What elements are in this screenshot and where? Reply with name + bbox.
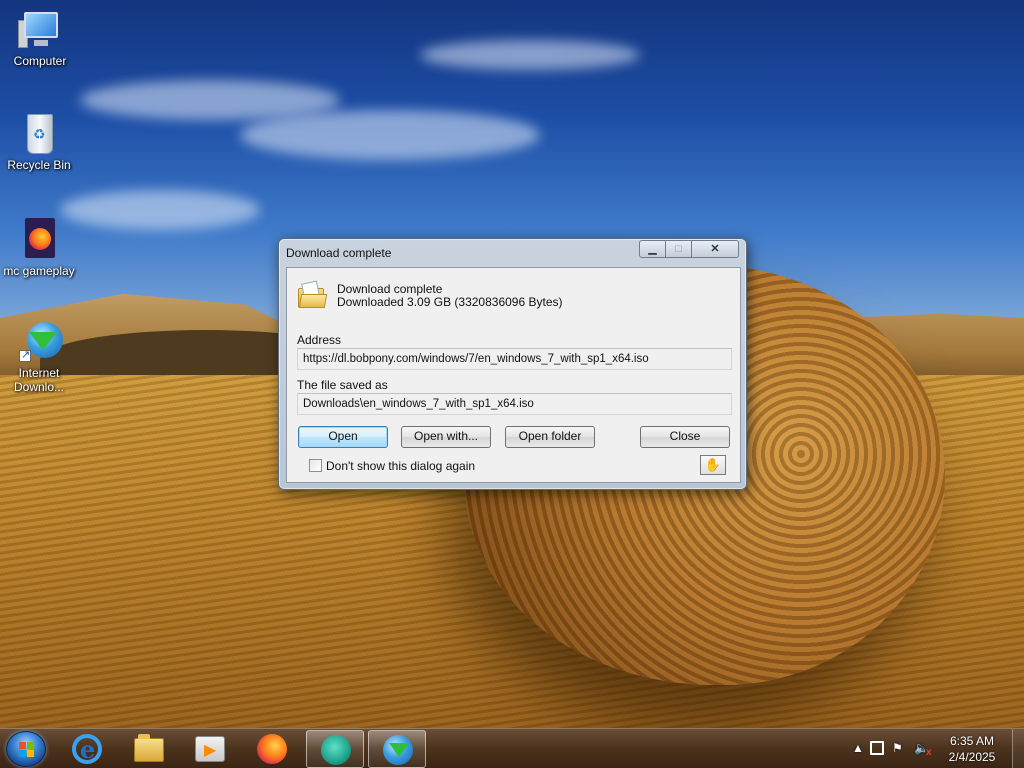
dialog-client-area: Download complete Downloaded 3.09 GB (33… <box>286 267 741 483</box>
saved-as-field[interactable]: Downloads\en_windows_7_with_sp1_x64.iso <box>297 393 732 415</box>
grabber-hand-icon[interactable]: ✋ <box>700 455 726 475</box>
folder-icon <box>134 734 164 762</box>
dialog-titlebar[interactable]: Download complete ▁ □ ✕ <box>279 239 746 266</box>
shortcut-arrow-icon <box>19 348 31 362</box>
maximize-button[interactable]: □ <box>666 240 692 258</box>
network-icon[interactable] <box>870 741 884 755</box>
desktop-icon-internet-download-manager[interactable]: Internet Downlo... <box>1 320 77 394</box>
dont-show-again-checkbox[interactable] <box>309 459 322 472</box>
firefox-icon <box>257 734 287 764</box>
taskbar-windows-explorer[interactable] <box>120 730 178 768</box>
address-field[interactable]: https://dl.bobpony.com/windows/7/en_wind… <box>297 348 732 370</box>
start-button[interactable] <box>6 731 46 767</box>
computer-icon <box>16 8 64 52</box>
wallpaper-cloud <box>60 190 260 230</box>
desktop-icon-recycle-bin[interactable]: Recycle Bin <box>1 112 77 172</box>
close-button[interactable]: Close <box>640 426 730 448</box>
desktop-icon-computer[interactable]: Computer <box>2 8 78 68</box>
show-desktop-button[interactable] <box>1012 729 1024 768</box>
open-with-button[interactable]: Open with... <box>401 426 491 448</box>
clock[interactable]: 6:35 AM 2/4/2025 <box>939 733 1005 765</box>
desktop-icon-label: Downlo... <box>13 380 65 394</box>
volume-muted-mark: x <box>926 747 932 758</box>
show-hidden-icons-button[interactable]: ▲ <box>852 741 864 755</box>
system-tray: ▲ ⚑ 🔈 x 6:35 AM 2/4/2025 <box>834 729 1024 768</box>
taskbar-firefox[interactable] <box>243 730 301 768</box>
ie-icon <box>72 734 102 764</box>
download-complete-dialog: Download complete ▁ □ ✕ Download complet… <box>278 238 747 490</box>
open-folder-button[interactable]: Open folder <box>505 426 595 448</box>
desktop-icon-label: mc gameplay <box>3 264 75 278</box>
clock-time: 6:35 AM <box>949 734 995 748</box>
desktop-icon-mc-gameplay[interactable]: mc gameplay <box>1 218 77 278</box>
saved-as-label: The file saved as <box>297 378 388 392</box>
idm-icon <box>383 735 413 765</box>
dont-show-again-label[interactable]: Don't show this dialog again <box>326 459 475 473</box>
download-size-text: Downloaded 3.09 GB (3320836096 Bytes) <box>337 295 563 309</box>
desktop-icon-label: Computer <box>13 54 67 68</box>
taskbar-media-player[interactable] <box>181 730 239 768</box>
folder-icon <box>297 280 328 310</box>
download-status-text: Download complete <box>337 282 443 296</box>
close-window-button[interactable]: ✕ <box>692 240 739 258</box>
dialog-title: Download complete <box>286 246 392 260</box>
wallpaper-cloud <box>420 40 640 70</box>
desktop-icon-label: Recycle Bin <box>7 158 71 172</box>
recycle-bin-icon <box>15 112 63 156</box>
taskbar: ▲ ⚑ 🔈 x 6:35 AM 2/4/2025 <box>0 728 1024 768</box>
taskbar-internet-download-manager[interactable] <box>368 730 426 768</box>
desktop-icon-label: Internet <box>18 366 60 380</box>
action-center-flag-icon[interactable]: ⚑ <box>892 741 903 755</box>
open-button[interactable]: Open <box>298 426 388 448</box>
address-label: Address <box>297 333 342 347</box>
internet-download-manager-icon <box>15 320 63 364</box>
app-icon <box>321 735 351 765</box>
taskbar-app[interactable] <box>306 730 364 768</box>
wallpaper-cloud <box>240 110 540 160</box>
windows-logo-icon <box>19 742 35 758</box>
clock-date: 2/4/2025 <box>948 750 996 764</box>
firefox-file-icon <box>15 218 63 262</box>
taskbar-internet-explorer[interactable] <box>58 730 116 768</box>
media-player-icon <box>195 736 225 762</box>
minimize-button[interactable]: ▁ <box>639 240 666 258</box>
